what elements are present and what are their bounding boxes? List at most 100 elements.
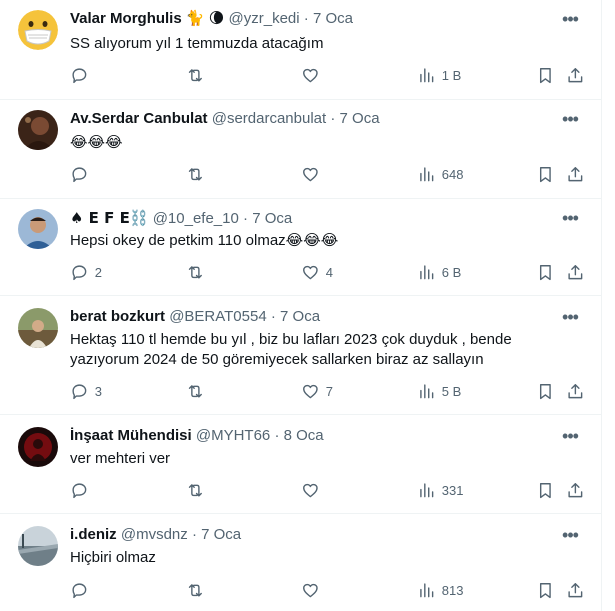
- bookmark-button[interactable]: [536, 65, 555, 85]
- display-name[interactable]: Av.Serdar Canbulat: [70, 110, 208, 127]
- bookmark-button[interactable]: [536, 381, 555, 401]
- separator-dot: ·: [303, 10, 309, 27]
- more-icon[interactable]: •••: [557, 209, 583, 233]
- like-button[interactable]: [301, 580, 326, 600]
- bookmark-icon: [539, 67, 551, 83]
- user-handle[interactable]: @serdarcanbulat: [212, 110, 326, 127]
- retweet-button[interactable]: [186, 381, 211, 401]
- avatar[interactable]: [18, 427, 58, 467]
- bookmark-button[interactable]: [536, 580, 555, 600]
- share-button[interactable]: [566, 580, 585, 600]
- reply-button[interactable]: 2: [70, 262, 102, 282]
- avatar[interactable]: [18, 110, 58, 150]
- more-icon[interactable]: •••: [557, 308, 583, 332]
- share-button[interactable]: [566, 480, 585, 500]
- like-button[interactable]: [301, 164, 326, 184]
- reply-button[interactable]: 3: [70, 381, 102, 401]
- like-button[interactable]: 4: [301, 262, 333, 282]
- display-name[interactable]: Valar Morghulis 🐈 🌘: [70, 10, 224, 27]
- views-count: 1 B: [441, 67, 462, 83]
- more-icon[interactable]: •••: [557, 526, 583, 550]
- like-icon: [303, 68, 318, 82]
- tweet-date[interactable]: 7 Oca: [340, 110, 380, 127]
- share-button[interactable]: [566, 381, 585, 401]
- more-icon[interactable]: •••: [557, 10, 583, 34]
- display-name[interactable]: i.deniz: [70, 526, 117, 543]
- retweet-button[interactable]: [186, 65, 211, 85]
- share-icon: [568, 166, 583, 181]
- user-handle[interactable]: @MYHT66: [196, 427, 270, 444]
- display-name[interactable]: ♠ E F E⛓️: [70, 209, 149, 227]
- user-handle[interactable]: @BERAT0554: [169, 308, 267, 325]
- reply-button[interactable]: [70, 164, 95, 184]
- retweet-button[interactable]: [186, 262, 211, 282]
- retweet-icon: [188, 167, 202, 181]
- like-button[interactable]: [301, 480, 326, 500]
- tweet[interactable]: Av.Serdar Canbulat @serdarcanbulat · 7 O…: [0, 100, 601, 199]
- more-icon[interactable]: •••: [557, 110, 583, 134]
- tweet[interactable]: Valar Morghulis 🐈 🌘 @yzr_kedi · 7 Oca ••…: [0, 0, 601, 100]
- like-count: 7: [325, 383, 333, 399]
- share-button[interactable]: [566, 164, 585, 184]
- views-button[interactable]: 1 B: [417, 65, 461, 85]
- like-icon: [303, 265, 318, 279]
- avatar[interactable]: [18, 308, 58, 348]
- like-icon: [303, 167, 318, 181]
- user-photo-avatar: [18, 526, 58, 566]
- user-handle[interactable]: @mvsdnz: [121, 526, 188, 543]
- tweet[interactable]: berat bozkurt @BERAT0554 · 7 Oca ••• Hek…: [0, 296, 601, 415]
- avatar[interactable]: [18, 526, 58, 566]
- views-button[interactable]: 5 B: [417, 381, 461, 401]
- reply-button[interactable]: [70, 65, 95, 85]
- bookmark-button[interactable]: [536, 480, 555, 500]
- tweet-date[interactable]: 7 Oca: [252, 210, 292, 227]
- bookmark-button[interactable]: [536, 262, 555, 282]
- views-count: 331: [441, 482, 464, 498]
- user-photo-avatar: [18, 427, 58, 467]
- reply-icon: [72, 167, 87, 182]
- reply-count: 2: [94, 264, 102, 280]
- bookmark-button[interactable]: [536, 164, 555, 184]
- views-count: 6 B: [441, 264, 462, 280]
- avatar[interactable]: [18, 209, 58, 249]
- tweet-header: berat bozkurt @BERAT0554 · 7 Oca: [70, 307, 561, 327]
- views-button[interactable]: 648: [417, 164, 463, 184]
- retweet-button[interactable]: [186, 480, 211, 500]
- like-button[interactable]: 7: [301, 381, 333, 401]
- more-icon[interactable]: •••: [557, 427, 583, 451]
- share-button[interactable]: [566, 262, 585, 282]
- tweet-date[interactable]: 8 Oca: [284, 427, 324, 444]
- tweet-actions: 648: [70, 164, 583, 184]
- avatar[interactable]: [18, 10, 58, 50]
- reply-icon: [72, 483, 87, 498]
- retweet-button[interactable]: [186, 164, 211, 184]
- bookmark-icon: [539, 264, 551, 280]
- like-icon: [303, 583, 318, 597]
- views-button[interactable]: 331: [417, 480, 463, 500]
- tweet-date[interactable]: 7 Oca: [313, 10, 353, 27]
- retweet-button[interactable]: [186, 580, 211, 600]
- tweet-actions: 3 7 5 B: [70, 381, 583, 401]
- tweet[interactable]: İnşaat Mühendisi @MYHT66 · 8 Oca ••• ver…: [0, 415, 601, 514]
- share-button[interactable]: [566, 65, 585, 85]
- tweet[interactable]: ♠ E F E⛓️ @10_efe_10 · 7 Oca ••• Hepsi o…: [0, 199, 601, 296]
- views-count: 648: [441, 166, 464, 182]
- separator-dot: ·: [243, 210, 249, 227]
- tweet-date[interactable]: 7 Oca: [201, 526, 241, 543]
- user-handle[interactable]: @10_efe_10: [153, 210, 239, 227]
- tweet-text: Hiçbiri olmaz: [70, 549, 156, 566]
- views-button[interactable]: 6 B: [417, 262, 461, 282]
- views-button[interactable]: 813: [417, 580, 463, 600]
- tweet-date[interactable]: 7 Oca: [280, 308, 320, 325]
- tweet[interactable]: i.deniz @mvsdnz · 7 Oca ••• Hiçbiri olma…: [0, 514, 601, 611]
- tweet-header: Av.Serdar Canbulat @serdarcanbulat · 7 O…: [70, 109, 561, 129]
- separator-dot: ·: [191, 526, 197, 543]
- display-name[interactable]: İnşaat Mühendisi: [70, 427, 192, 444]
- like-button[interactable]: [301, 65, 326, 85]
- user-handle[interactable]: @yzr_kedi: [229, 10, 300, 27]
- reply-button[interactable]: [70, 480, 95, 500]
- display-name[interactable]: berat bozkurt: [70, 308, 165, 325]
- reply-button[interactable]: [70, 580, 95, 600]
- like-icon: [303, 384, 318, 398]
- tweet-actions: 331: [70, 480, 583, 500]
